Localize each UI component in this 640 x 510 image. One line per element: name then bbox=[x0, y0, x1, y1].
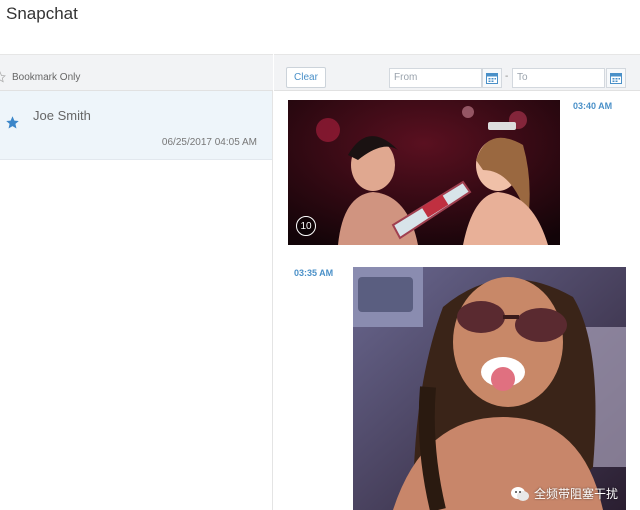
bookmark-star-icon[interactable] bbox=[5, 115, 20, 130]
selfie-photo-image bbox=[353, 267, 626, 510]
app-title: Snapchat bbox=[6, 4, 78, 23]
message-timestamp: 03:40 AM bbox=[573, 101, 613, 111]
messages-panel: Clear From - To 03:40 AM 10 03:35 AM 全频带… bbox=[274, 54, 640, 510]
watermark: 全频带阻塞干扰 bbox=[510, 485, 618, 502]
star-outline-icon[interactable] bbox=[0, 71, 6, 83]
message-timestamp: 03:35 AM bbox=[294, 268, 334, 278]
party-photo-image bbox=[288, 100, 560, 245]
contact-name: Joe Smith bbox=[33, 108, 91, 123]
contact-timestamp: 06/25/2017 04:05 AM bbox=[161, 137, 257, 148]
title-bar: Snapchat bbox=[0, 0, 640, 54]
watermark-text: 全频带阻塞干扰 bbox=[533, 487, 618, 501]
from-date-input[interactable]: From bbox=[389, 68, 482, 88]
bookmark-only-filter[interactable]: Bookmark Only bbox=[0, 71, 80, 83]
snap-photo[interactable]: 全频带阻塞干扰 bbox=[353, 267, 626, 510]
clear-button[interactable]: Clear bbox=[286, 67, 326, 88]
snap-timer-badge: 10 bbox=[296, 216, 316, 236]
to-date-input[interactable]: To bbox=[512, 68, 605, 88]
contacts-toolbar: Bookmark Only bbox=[0, 54, 273, 91]
bookmark-only-label: Bookmark Only bbox=[12, 71, 81, 83]
from-calendar-icon[interactable] bbox=[482, 68, 502, 88]
snap-photo[interactable]: 10 bbox=[288, 100, 560, 245]
contact-list-item[interactable]: Joe Smith 06/25/2017 04:05 AM bbox=[0, 91, 272, 160]
messages-toolbar: Clear From - To bbox=[274, 54, 640, 91]
contacts-panel: Bookmark Only Joe Smith 06/25/2017 04:05… bbox=[0, 54, 273, 510]
date-range-separator: - bbox=[505, 71, 509, 82]
wechat-icon bbox=[510, 486, 529, 501]
to-calendar-icon[interactable] bbox=[606, 68, 626, 88]
